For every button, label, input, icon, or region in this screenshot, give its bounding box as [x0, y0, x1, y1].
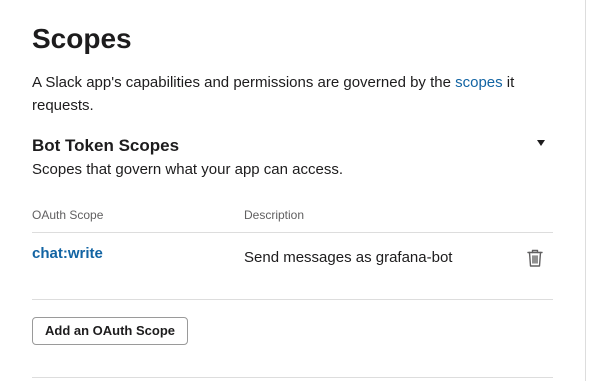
trash-icon[interactable]: [526, 248, 544, 268]
add-oauth-scope-button[interactable]: Add an OAuth Scope: [32, 317, 188, 345]
panel-border: [585, 0, 586, 381]
scopes-description: A Slack app's capabilities and permissio…: [32, 71, 553, 117]
bot-token-scopes-subtitle: Scopes that govern what your app can acc…: [32, 161, 344, 178]
column-header-description: Description: [244, 208, 305, 222]
scopes-table-header: OAuth Scope Description: [32, 206, 553, 233]
table-row: chat:write Send messages as grafana-bot: [32, 233, 553, 300]
page-title: Scopes: [32, 23, 132, 54]
section-divider: [32, 377, 553, 378]
caret-down-icon[interactable]: [537, 140, 545, 146]
bot-token-scopes-title: Bot Token Scopes: [32, 136, 180, 155]
scopes-link[interactable]: scopes: [455, 74, 503, 91]
scope-description: Send messages as grafana-bot: [244, 249, 453, 266]
intro-text: A Slack app's capabilities and permissio…: [32, 74, 456, 91]
scope-name-link[interactable]: chat:write: [32, 245, 103, 262]
column-header-oauth-scope: OAuth Scope: [32, 208, 104, 222]
